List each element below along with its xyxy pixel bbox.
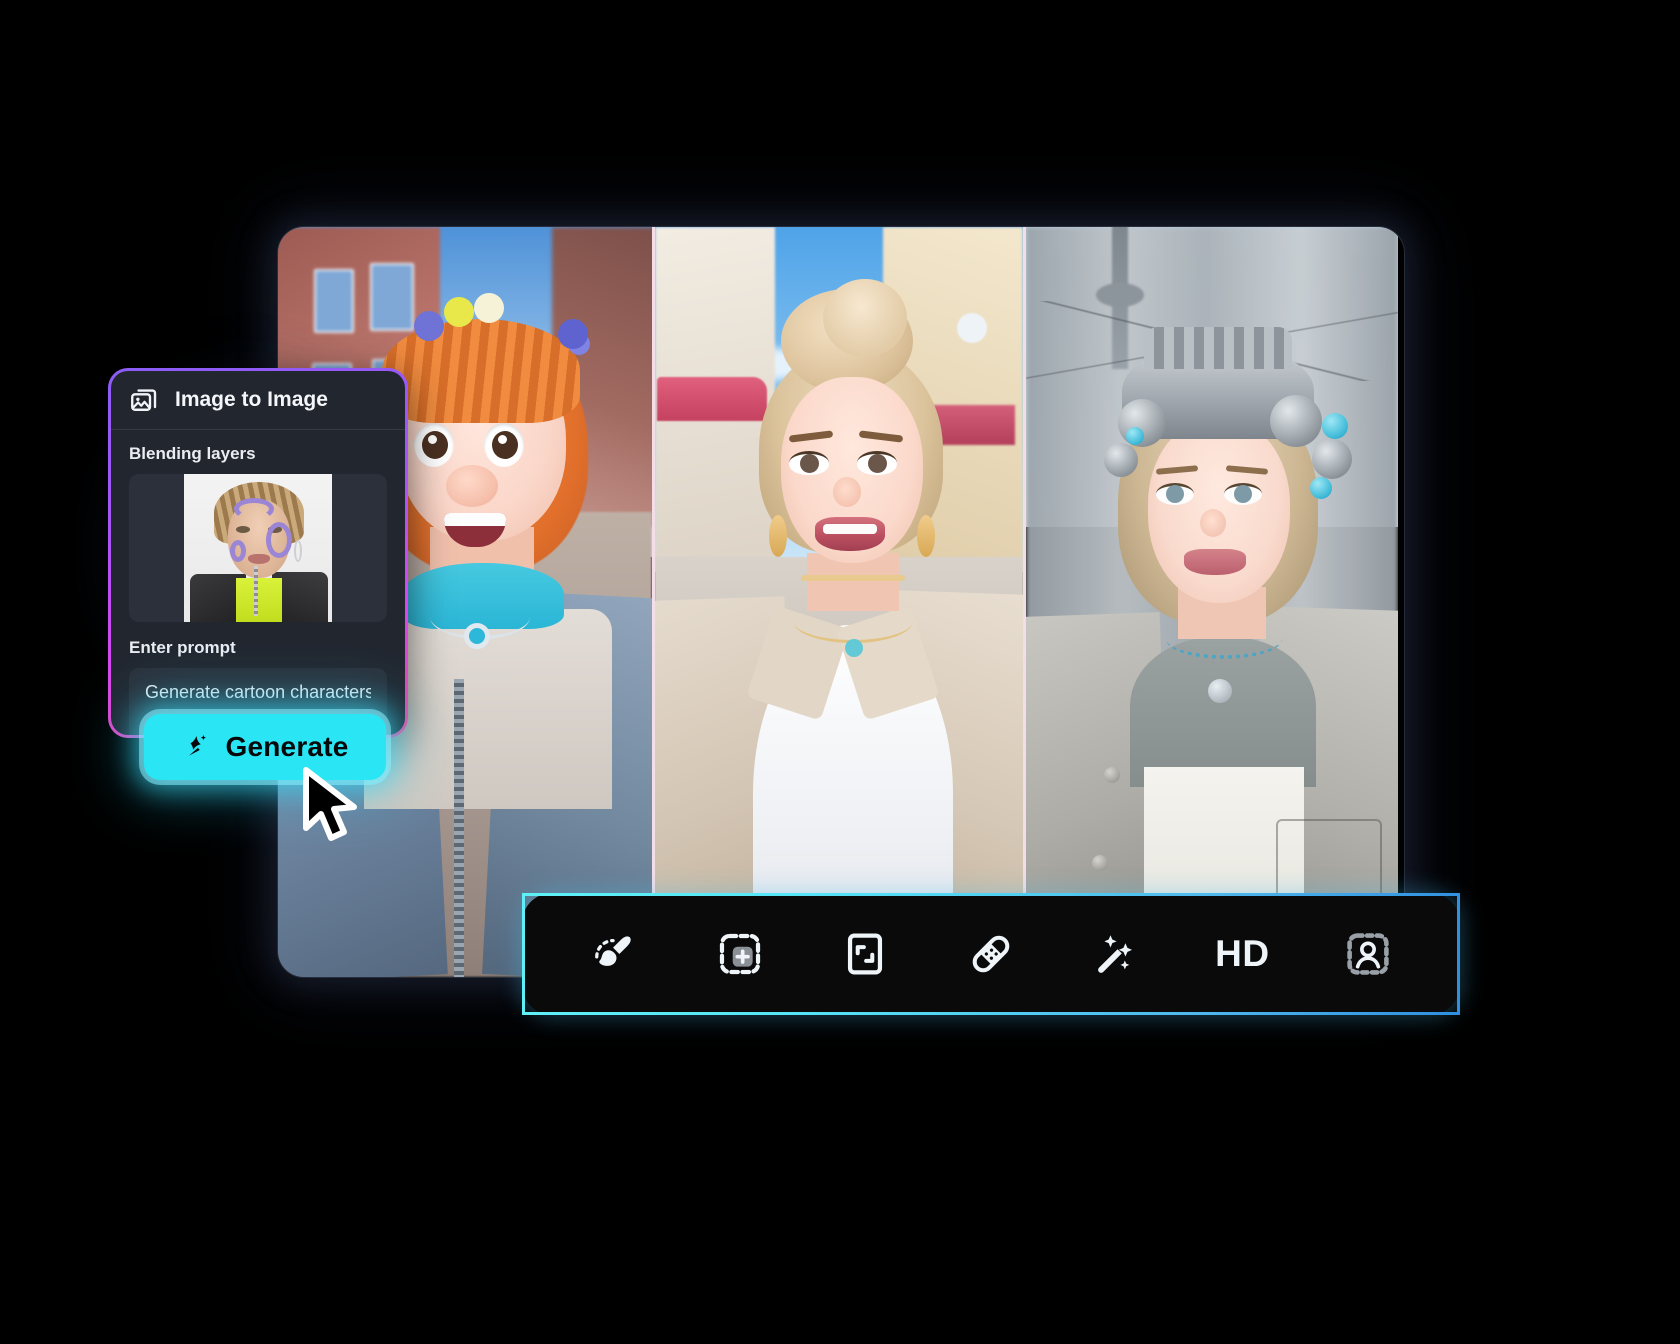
generate-button-label: Generate bbox=[225, 731, 349, 762]
blending-layers-dropzone[interactable] bbox=[129, 474, 387, 622]
generated-results-canvas bbox=[278, 227, 1404, 977]
brush-tool-button[interactable] bbox=[575, 915, 653, 993]
headset-light bbox=[1126, 427, 1144, 445]
character-2-earring-right bbox=[917, 515, 935, 557]
thumb-eye-left bbox=[236, 526, 250, 533]
add-selection-icon bbox=[717, 931, 763, 977]
street-lamp bbox=[957, 313, 987, 343]
magic-enhance-button[interactable] bbox=[1078, 915, 1156, 993]
image-to-image-icon bbox=[129, 385, 159, 415]
hd-quality-button[interactable]: HD bbox=[1203, 915, 1281, 993]
headset-light bbox=[1322, 413, 1348, 439]
heal-tool-button[interactable] bbox=[952, 915, 1030, 993]
thumb-face-paint bbox=[266, 522, 292, 558]
magic-wand-icon bbox=[1094, 931, 1140, 977]
blending-layer-thumbnail[interactable] bbox=[184, 474, 332, 622]
window-icon bbox=[370, 263, 414, 331]
add-selection-button[interactable] bbox=[701, 915, 779, 993]
thumb-face-paint bbox=[230, 540, 246, 562]
thumb-chain bbox=[254, 566, 258, 616]
character-2-pupil-right bbox=[868, 454, 887, 473]
character-1-glint-right bbox=[498, 435, 507, 444]
character-3-top bbox=[1130, 637, 1316, 787]
window-icon bbox=[314, 269, 354, 333]
thumb-lips bbox=[248, 554, 270, 564]
prompt-input[interactable] bbox=[145, 682, 371, 703]
result-image-2[interactable] bbox=[652, 227, 1026, 977]
enter-prompt-label: Enter prompt bbox=[129, 638, 236, 657]
sparkle-star-icon bbox=[182, 732, 212, 762]
character-2-choker bbox=[801, 575, 905, 581]
expand-frame-button[interactable] bbox=[826, 915, 904, 993]
character-1-nose bbox=[446, 465, 498, 507]
character-2-hair-bun-top bbox=[823, 279, 907, 357]
character-2-pupil-left bbox=[800, 454, 819, 473]
thumb-earring bbox=[294, 540, 302, 562]
character-3-pupil-left bbox=[1166, 485, 1184, 503]
thumb-face-paint bbox=[234, 498, 274, 520]
flower-icon bbox=[444, 297, 474, 327]
character-2-necklace bbox=[793, 599, 913, 643]
result-image-3[interactable] bbox=[1026, 227, 1398, 977]
character-3-nose bbox=[1200, 509, 1226, 537]
character-3-beaded-necklace bbox=[1166, 619, 1282, 659]
generate-button[interactable]: Generate bbox=[144, 714, 386, 780]
headset-gear bbox=[1312, 439, 1352, 479]
character-3-pendant bbox=[1208, 679, 1232, 703]
awning-left bbox=[657, 377, 767, 421]
character-2-lips bbox=[815, 517, 885, 551]
character-3-pupil-right bbox=[1234, 485, 1252, 503]
jacket-button bbox=[1104, 767, 1120, 783]
character-2-pendant bbox=[845, 639, 863, 657]
character-1-pendant bbox=[464, 623, 490, 649]
character-2-earring-left bbox=[769, 515, 787, 557]
blending-layers-label: Blending layers bbox=[129, 444, 256, 463]
hd-quality-label: HD bbox=[1215, 933, 1270, 974]
character-3-lips bbox=[1184, 549, 1246, 575]
bandage-heal-icon bbox=[968, 931, 1014, 977]
headset-gear bbox=[1270, 395, 1322, 447]
thumb-green-top bbox=[236, 578, 282, 622]
expand-frame-icon bbox=[842, 931, 888, 977]
character-2-nose bbox=[833, 477, 861, 507]
flower-icon bbox=[474, 293, 504, 323]
panel-title: Image to Image bbox=[175, 388, 328, 411]
person-cutout-icon bbox=[1345, 931, 1391, 977]
flower-icon bbox=[558, 319, 588, 349]
person-cutout-button[interactable] bbox=[1329, 915, 1407, 993]
panel-header: Image to Image bbox=[111, 371, 405, 430]
jacket-button bbox=[1092, 855, 1108, 871]
cyber-headset-crown bbox=[1144, 327, 1292, 369]
brush-icon bbox=[591, 931, 637, 977]
image-to-image-panel: Image to Image Blending layers Enter pro… bbox=[108, 368, 408, 738]
headset-light bbox=[1310, 477, 1332, 499]
editing-toolbar: HD bbox=[522, 893, 1460, 1015]
screenshot-root: HD Image to Image Blending layers Enter … bbox=[0, 0, 1680, 1344]
character-1-zipper bbox=[454, 679, 464, 977]
headset-gear bbox=[1104, 443, 1138, 477]
